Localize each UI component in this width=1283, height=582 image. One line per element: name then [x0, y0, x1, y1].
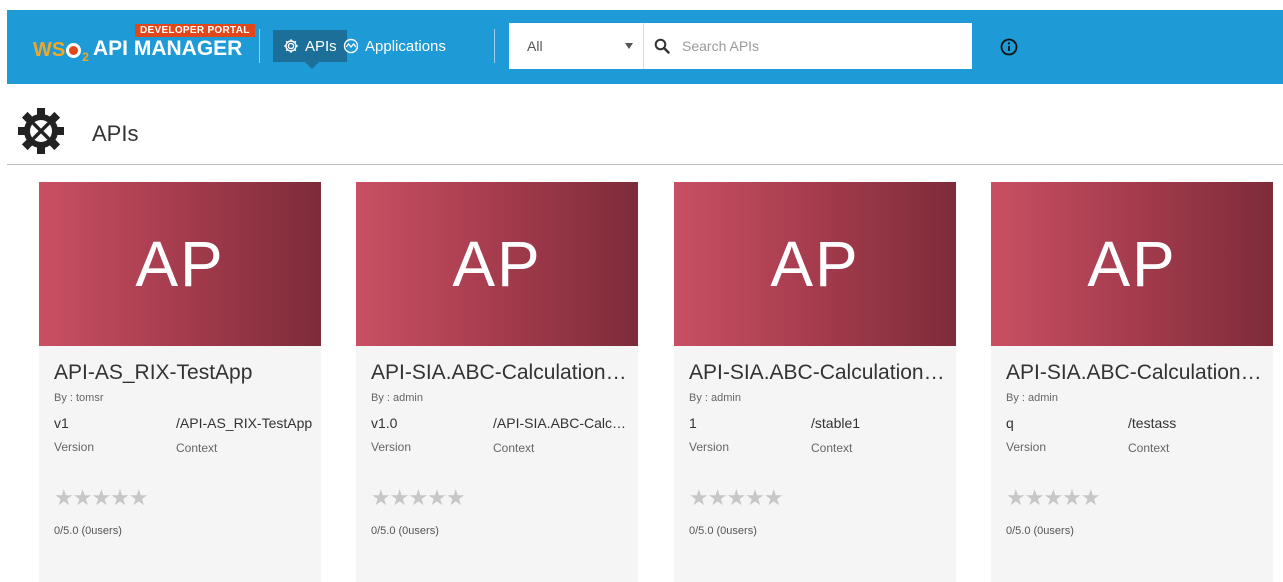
- rating-text: 0/5.0 (0users): [1006, 525, 1074, 537]
- rating-text: 0/5.0 (0users): [371, 525, 439, 537]
- search-scope-value: All: [527, 38, 543, 54]
- page-header: [15, 108, 71, 154]
- nav-divider: [259, 29, 260, 63]
- api-card[interactable]: AP API-SIA.ABC-CalculationService By : a…: [356, 182, 638, 582]
- star-rating-icon[interactable]: ★★★★★: [371, 485, 466, 511]
- api-thumbnail[interactable]: AP: [39, 182, 321, 346]
- context-label: Context: [811, 441, 853, 455]
- api-context: /API-SIA.ABC-CalculationService: [493, 415, 630, 431]
- api-provider: By : admin: [371, 392, 423, 404]
- api-name[interactable]: API-SIA.ABC-CalculationService: [689, 361, 951, 385]
- nav-tab-applications[interactable]: Applications: [335, 30, 454, 62]
- api-version: 1: [689, 415, 697, 431]
- api-version: v1.0: [371, 415, 398, 431]
- api-version: q: [1006, 415, 1014, 431]
- search-icon: [654, 38, 670, 54]
- api-name[interactable]: API-SIA.ABC-CalculationService: [1006, 361, 1268, 385]
- context-label: Context: [176, 441, 218, 455]
- gear-icon: [284, 39, 298, 53]
- context-label: Context: [1128, 441, 1170, 455]
- apis-gear-tools-icon: [18, 108, 64, 154]
- search-input[interactable]: [680, 37, 954, 55]
- star-rating-icon[interactable]: ★★★★★: [1006, 485, 1101, 511]
- api-name[interactable]: API-AS_RIX-TestApp: [54, 361, 316, 385]
- page-title: APIs: [92, 121, 139, 146]
- version-label: Version: [689, 440, 730, 454]
- info-button[interactable]: [999, 37, 1019, 57]
- wso2-wordmark: WS 2: [33, 39, 89, 64]
- top-navigation-bar: DEVELOPER PORTAL WS 2 API MANAGER APIs Ap…: [7, 10, 1283, 84]
- api-card[interactable]: AP API-AS_RIX-TestApp By : tomsr v1 /API…: [39, 182, 321, 582]
- api-provider: By : admin: [1006, 392, 1058, 404]
- version-label: Version: [54, 440, 95, 454]
- search-scope-select[interactable]: All: [509, 23, 644, 69]
- header-divider: [7, 164, 1283, 165]
- applications-icon: [343, 38, 359, 54]
- api-context: /stable1: [811, 415, 861, 431]
- wso2-logo-icon: [66, 43, 82, 58]
- nav-tab-applications-label: Applications: [365, 37, 446, 55]
- api-context: /testass: [1128, 415, 1177, 431]
- star-rating-icon[interactable]: ★★★★★: [54, 485, 149, 511]
- api-name[interactable]: API-SIA.ABC-CalculationService: [371, 361, 633, 385]
- nav-divider: [494, 29, 495, 63]
- api-card[interactable]: AP API-SIA.ABC-CalculationService By : a…: [674, 182, 956, 582]
- info-icon: [1000, 38, 1018, 56]
- api-version: v1: [54, 415, 69, 431]
- api-thumbnail[interactable]: AP: [356, 182, 638, 346]
- version-label: Version: [1006, 440, 1047, 454]
- developer-portal-badge: DEVELOPER PORTAL: [135, 24, 255, 37]
- search-field[interactable]: [644, 23, 972, 69]
- api-thumbnail[interactable]: AP: [674, 182, 956, 346]
- context-label: Context: [493, 441, 535, 455]
- rating-text: 0/5.0 (0users): [54, 525, 122, 537]
- version-label: Version: [371, 440, 412, 454]
- api-provider: By : admin: [689, 392, 741, 404]
- active-tab-caret: [305, 62, 319, 69]
- product-name: API MANAGER: [93, 37, 243, 60]
- nav-tab-apis-label: APIs: [305, 37, 337, 55]
- api-context: /API-AS_RIX-TestApp: [176, 415, 313, 431]
- api-provider: By : tomsr: [54, 392, 104, 404]
- chevron-down-icon: [625, 43, 633, 49]
- star-rating-icon[interactable]: ★★★★★: [689, 485, 784, 511]
- api-card[interactable]: AP API-SIA.ABC-CalculationService By : a…: [991, 182, 1273, 582]
- api-thumbnail[interactable]: AP: [991, 182, 1273, 346]
- rating-text: 0/5.0 (0users): [689, 525, 757, 537]
